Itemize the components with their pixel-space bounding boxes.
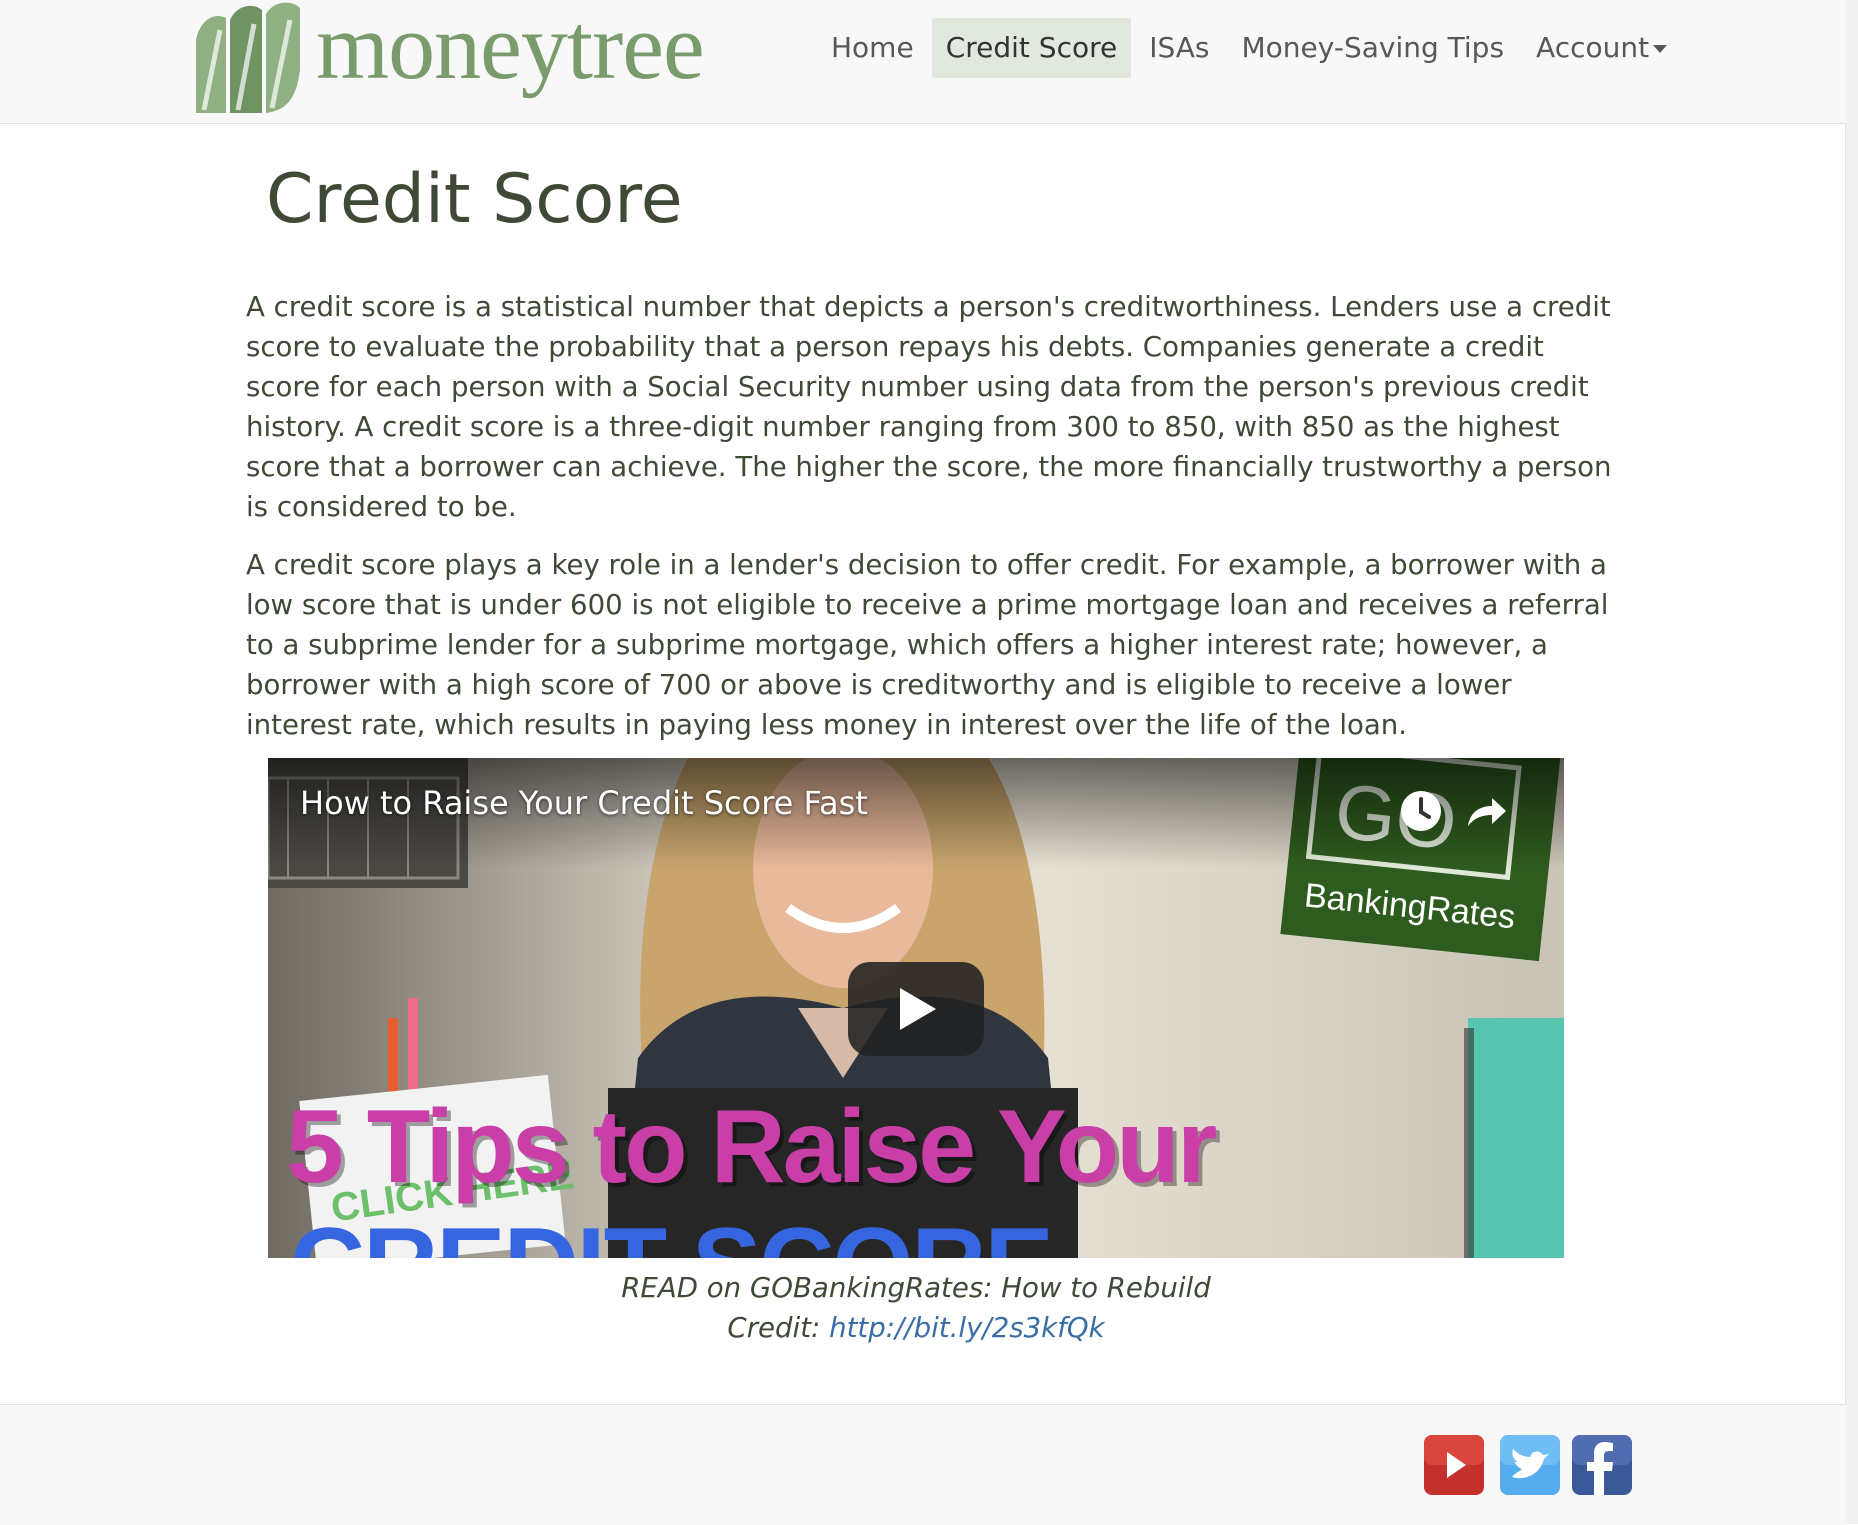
top-navbar: moneytree Home Credit Score ISAs Money-S… [0, 0, 1846, 124]
video-overlay-headline: 5 Tips to Raise Your [286, 1089, 1217, 1205]
embedded-video-player[interactable]: CLICK HERE GO BankingRates How to Raise … [268, 758, 1564, 1258]
caption-text-line2: Credit: [727, 1311, 830, 1344]
account-label: Account [1536, 31, 1650, 64]
page-footer [0, 1404, 1846, 1525]
video-title[interactable]: How to Raise Your Credit Score Fast [300, 784, 868, 822]
video-overlay-subheadline: CREDIT SCORE [290, 1206, 1054, 1258]
paragraph: A credit score is a statistical number t… [246, 290, 1612, 523]
share-arrow-icon[interactable] [1464, 792, 1508, 832]
nav-item-credit-score[interactable]: Credit Score [931, 18, 1132, 78]
brand-home-link[interactable]: moneytree [196, 0, 705, 113]
nav-item-isas[interactable]: ISAs [1135, 18, 1223, 78]
facebook-icon[interactable] [1572, 1435, 1632, 1495]
caret-down-icon [1653, 45, 1668, 53]
watch-later-clock-icon[interactable] [1398, 788, 1444, 834]
play-icon [900, 988, 936, 1030]
moneytree-logo-icon [196, 2, 300, 113]
paragraph: A credit score plays a key role in a len… [246, 548, 1609, 741]
caption-text-line1: READ on GOBankingRates: How to Rebuild [621, 1271, 1211, 1304]
nav-item-home[interactable]: Home [817, 18, 928, 78]
main-nav: Home Credit Score ISAs Money-Saving Tips… [817, 18, 1685, 78]
youtube-icon[interactable] [1424, 1435, 1484, 1495]
page-title: Credit Score [266, 160, 683, 239]
nav-item-account-dropdown[interactable]: Account [1522, 18, 1681, 78]
caption-link[interactable]: http://bit.ly/2s3kfQk [829, 1311, 1104, 1344]
video-caption: READ on GOBankingRates: How to Rebuild C… [268, 1268, 1564, 1348]
page-scrollbar[interactable] [1845, 0, 1858, 1524]
nav-item-money-saving-tips[interactable]: Money-Saving Tips [1228, 18, 1519, 78]
video-play-button[interactable] [848, 962, 984, 1056]
twitter-icon[interactable] [1500, 1435, 1560, 1495]
brand-name: moneytree [316, 0, 705, 99]
article-body: A credit score is a statistical number t… [246, 287, 1626, 763]
